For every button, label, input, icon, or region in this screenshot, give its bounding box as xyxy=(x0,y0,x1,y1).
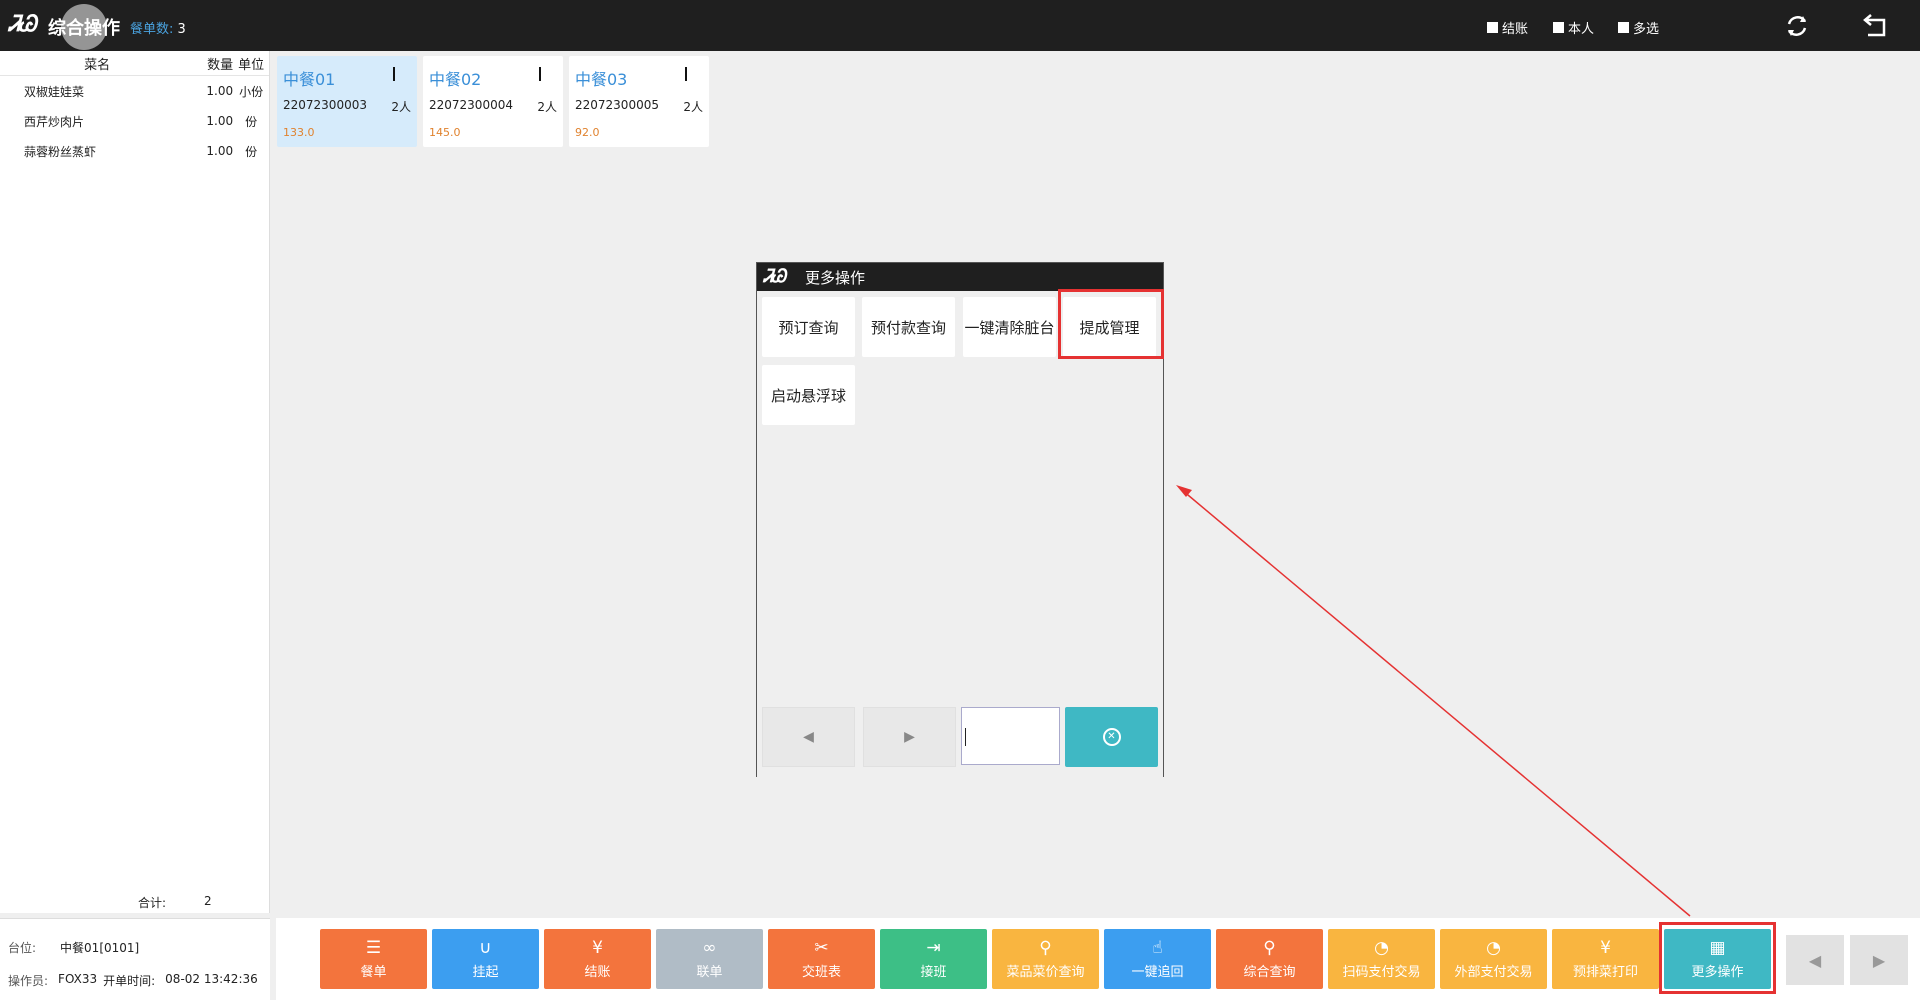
yen-icon: ¥ xyxy=(592,937,603,958)
take-shift-button[interactable]: ⇥ 接班 xyxy=(880,929,987,989)
user-in-icon: ⇥ xyxy=(926,937,941,958)
button-label: 菜品菜价查询 xyxy=(1006,964,1085,980)
caret-left-icon: ◀ xyxy=(1808,950,1822,970)
menu-button[interactable]: ☰ 餐单 xyxy=(320,929,427,989)
hold-button[interactable]: ∪ 挂起 xyxy=(432,929,539,989)
recall-button[interactable]: ☝ 一键追回 xyxy=(1104,929,1211,989)
link-icon: ∞ xyxy=(702,937,717,958)
toolbar-next-button[interactable]: ▶ xyxy=(1850,935,1908,985)
button-label: 一键追回 xyxy=(1131,964,1184,980)
pie-icon: ◔ xyxy=(1374,937,1389,958)
search-icon: ⚲ xyxy=(1263,937,1276,958)
button-label: 扫码支付交易 xyxy=(1342,964,1421,980)
link-order-button[interactable]: ∞ 联单 xyxy=(656,929,763,989)
list-icon: ☰ xyxy=(365,937,382,958)
shift-report-button[interactable]: ✂ 交班表 xyxy=(768,929,875,989)
comprehensive-query-button[interactable]: ⚲ 综合查询 xyxy=(1216,929,1323,989)
button-label: 预排菜打印 xyxy=(1572,964,1638,980)
yen-icon: ¥ xyxy=(1600,937,1611,958)
button-label: 联单 xyxy=(696,964,723,980)
button-label: 交班表 xyxy=(801,964,841,980)
search-icon: ⚲ xyxy=(1039,937,1052,958)
cross-icon: ✂ xyxy=(814,937,829,958)
button-label: 餐单 xyxy=(360,964,387,980)
button-label: 外部支付交易 xyxy=(1454,964,1533,980)
scan-pay-button[interactable]: ◔ 扫码支付交易 xyxy=(1328,929,1435,989)
button-label: 接班 xyxy=(920,964,947,980)
button-label: 结账 xyxy=(584,964,611,980)
annotation-arrow xyxy=(1176,485,1691,917)
button-label: 挂起 xyxy=(472,964,499,980)
highlight-more-operations xyxy=(1659,922,1776,994)
caret-right-icon: ▶ xyxy=(1872,950,1886,970)
pre-dish-print-button[interactable]: ¥ 预排菜打印 xyxy=(1552,929,1659,989)
external-pay-button[interactable]: ◔ 外部支付交易 xyxy=(1440,929,1547,989)
checkout-button[interactable]: ¥ 结账 xyxy=(544,929,651,989)
button-label: 综合查询 xyxy=(1243,964,1296,980)
pie-icon: ◔ xyxy=(1486,937,1501,958)
hand-icon: ☝ xyxy=(1152,937,1163,958)
toolbar-prev-button[interactable]: ◀ xyxy=(1786,935,1844,985)
dish-price-query-button[interactable]: ⚲ 菜品菜价查询 xyxy=(992,929,1099,989)
magnet-icon: ∪ xyxy=(479,937,492,958)
